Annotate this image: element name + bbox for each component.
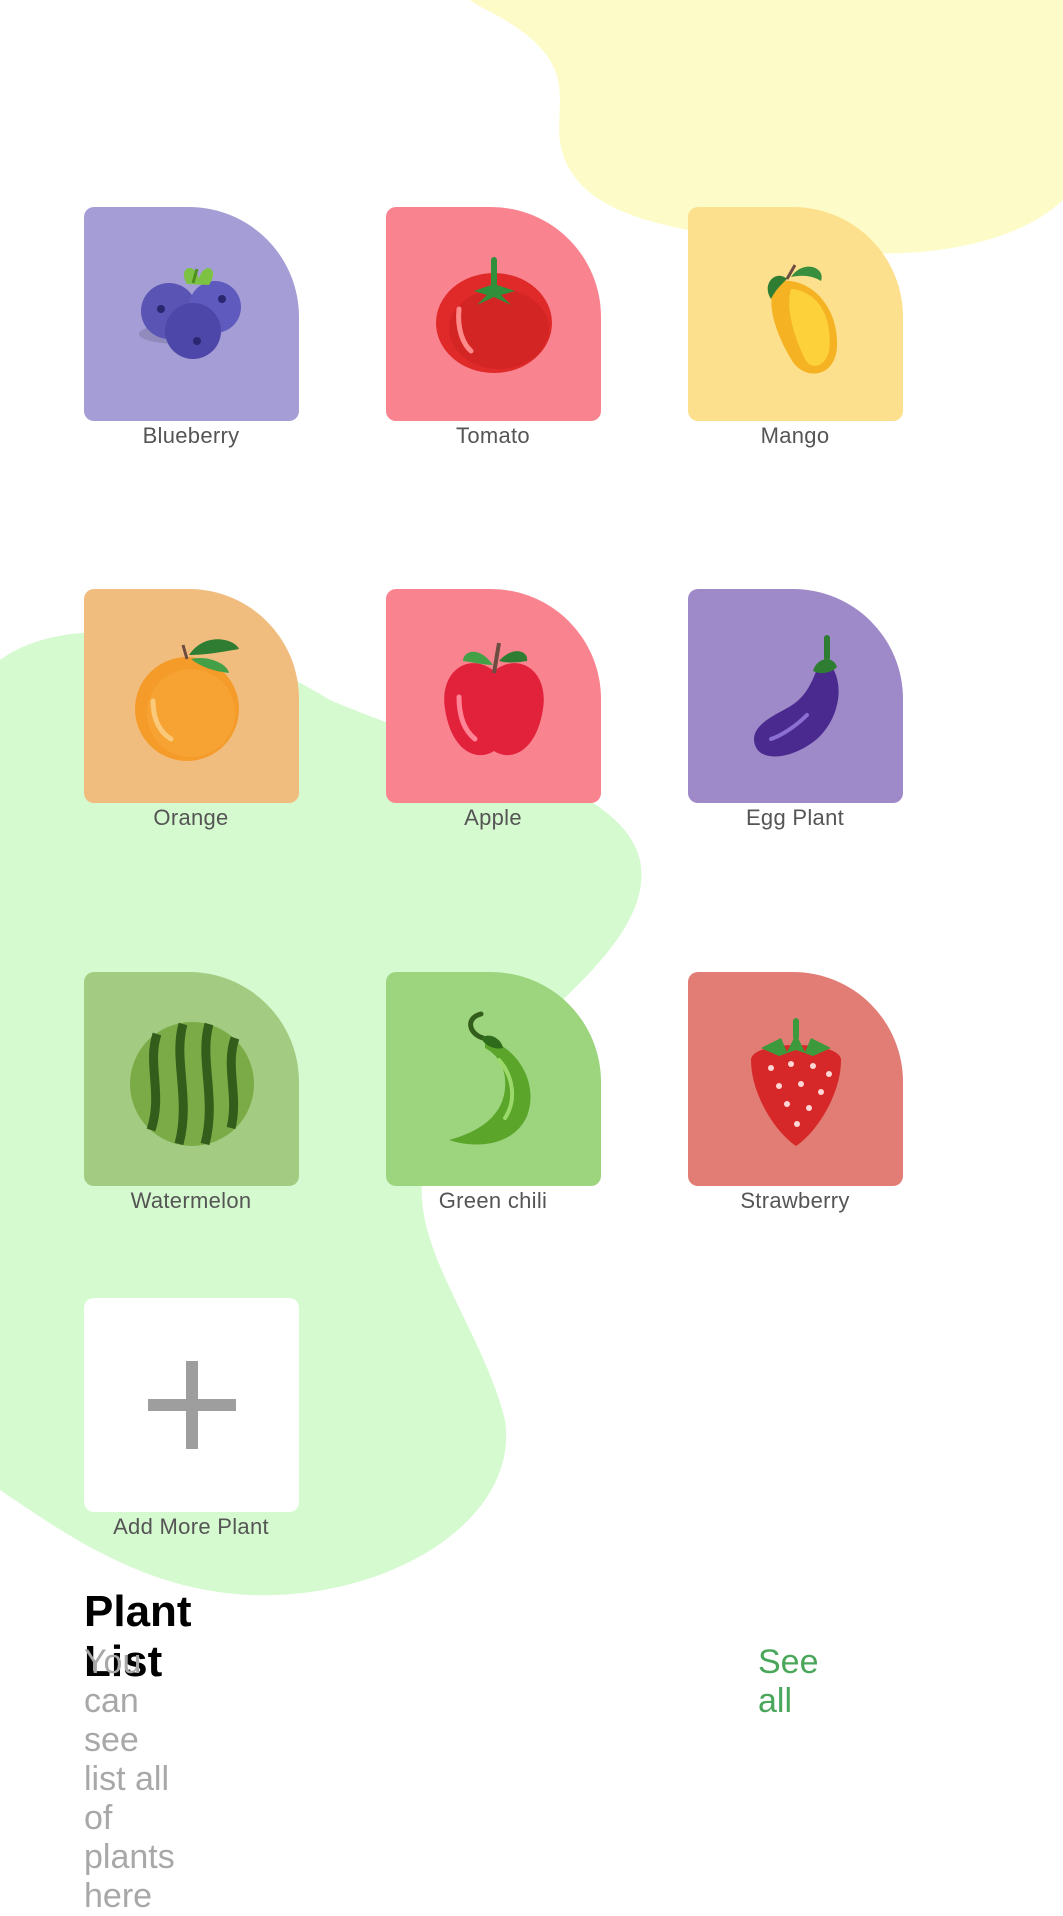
chili-icon [448, 1011, 531, 1145]
plant-card-eggplant[interactable] [688, 589, 903, 803]
plant-card-strawberry[interactable] [688, 972, 903, 1186]
plus-icon [147, 1361, 236, 1449]
watermelon-icon [129, 1022, 254, 1146]
plant-card-green-chili[interactable] [386, 972, 601, 1186]
plant-label: Apple [464, 805, 522, 830]
add-plant-label: Add More Plant [113, 1514, 269, 1539]
plant-label: Egg Plant [745, 805, 845, 830]
plant-label: Green chili [438, 1188, 548, 1213]
plant-card-blueberry[interactable] [84, 207, 299, 421]
plant-label: Orange [153, 805, 229, 830]
plant-label: Watermelon [130, 1188, 252, 1213]
plant-card-mango[interactable] [688, 207, 903, 421]
plant-card-watermelon[interactable] [84, 972, 299, 1186]
mango-icon [767, 264, 837, 374]
plant-label: Mango [760, 423, 830, 448]
eggplant-icon [753, 635, 839, 757]
plant-label: Blueberry [142, 423, 240, 448]
add-plant-button[interactable] [84, 1298, 299, 1512]
plant-grid: Blueberry Tomato Mango Orange Apple Egg … [0, 0, 1063, 1768]
orange-icon [134, 639, 239, 761]
strawberry-icon [750, 1018, 841, 1146]
plant-label: Tomato [456, 423, 530, 448]
plant-label: Strawberry [740, 1188, 850, 1213]
section-subtitle: You can see list all of plants here [84, 1643, 175, 1915]
apple-icon [443, 642, 544, 756]
plant-card-tomato[interactable] [386, 207, 601, 421]
plant-card-apple[interactable] [386, 589, 601, 803]
plant-card-orange[interactable] [84, 589, 299, 803]
tomato-icon [435, 257, 552, 373]
blueberry-icon [138, 268, 241, 359]
see-all-link[interactable]: See all [758, 1643, 819, 1721]
